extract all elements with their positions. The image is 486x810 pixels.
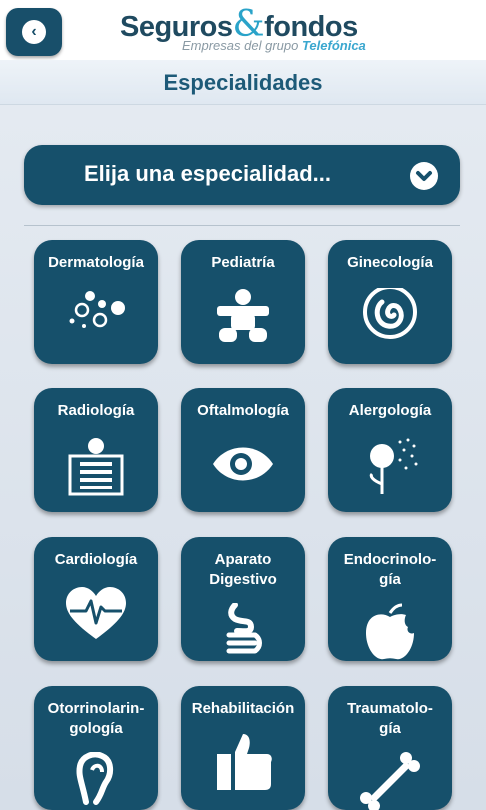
specialty-tile-alergologia[interactable]: Alergología bbox=[328, 388, 452, 512]
specialty-tile-ginecologia[interactable]: Ginecología bbox=[328, 240, 452, 364]
bone-icon bbox=[360, 752, 420, 810]
tile-label: Otorrinolarin- gología bbox=[47, 700, 145, 737]
page-title: Especialidades bbox=[163, 70, 323, 95]
tile-label: Oftalmología bbox=[197, 402, 289, 419]
specialty-tile-aparato-digestivo[interactable]: Aparato Digestivo bbox=[181, 537, 305, 661]
specialty-tile-dermatologia[interactable]: Dermatología bbox=[34, 240, 158, 364]
tile-label: Cardiología bbox=[54, 551, 138, 568]
baby-icon bbox=[217, 289, 269, 342]
tile-label: Rehabilitación bbox=[191, 700, 295, 717]
specialty-tile-otorrinolaringologia[interactable]: Otorrinolarin- gología bbox=[34, 686, 158, 810]
title-bar: Especialidades bbox=[0, 60, 486, 105]
specialty-tile-radiologia[interactable]: Radiología bbox=[34, 388, 158, 512]
apple-icon bbox=[366, 603, 414, 660]
tile-label: Endocrinolo- gía bbox=[343, 551, 437, 588]
xray-icon bbox=[68, 438, 124, 496]
tile-label: Traumatolo- gía bbox=[347, 700, 433, 737]
divider bbox=[24, 225, 460, 226]
skin-cells-icon bbox=[69, 291, 125, 328]
logo: Seguros&fondos Empresas del grupo Telefó… bbox=[120, 4, 370, 56]
back-arrow-icon: ‹ bbox=[22, 20, 46, 44]
tile-label: Ginecología bbox=[347, 254, 433, 271]
specialty-tile-pediatria[interactable]: Pediatría bbox=[181, 240, 305, 364]
specialty-tile-rehabilitacion[interactable]: Rehabilitación bbox=[181, 686, 305, 810]
tile-label: Pediatría bbox=[211, 254, 275, 271]
dandelion-icon bbox=[369, 438, 418, 494]
heart-icon bbox=[66, 587, 126, 639]
tile-label: Radiología bbox=[57, 402, 135, 419]
tile-label: Dermatología bbox=[48, 254, 144, 271]
app-header: ‹ Seguros&fondos Empresas del grupo Tele… bbox=[0, 0, 486, 60]
thumbs-up-icon bbox=[217, 734, 272, 790]
tile-label: Aparato Digestivo bbox=[209, 551, 277, 588]
digestive-icon bbox=[226, 603, 262, 654]
eye-icon bbox=[213, 447, 273, 481]
specialty-tile-oftalmologia[interactable]: Oftalmología bbox=[181, 388, 305, 512]
ear-icon bbox=[76, 752, 114, 805]
fetus-icon bbox=[363, 288, 417, 339]
specialty-tile-endocrinologia[interactable]: Endocrinolo- gía bbox=[328, 537, 452, 661]
tile-label: Alergología bbox=[348, 402, 432, 419]
chevron-down-icon bbox=[410, 162, 438, 190]
logo-tagline: Empresas del grupo Telefónica bbox=[182, 38, 366, 53]
specialty-dropdown[interactable]: Elija una especialidad... bbox=[24, 145, 460, 205]
dropdown-label: Elija una especialidad... bbox=[84, 161, 331, 186]
specialty-tile-cardiologia[interactable]: Cardiología bbox=[34, 537, 158, 661]
back-button[interactable]: ‹ bbox=[6, 8, 62, 56]
specialty-tile-traumatologia[interactable]: Traumatolo- gía bbox=[328, 686, 452, 810]
